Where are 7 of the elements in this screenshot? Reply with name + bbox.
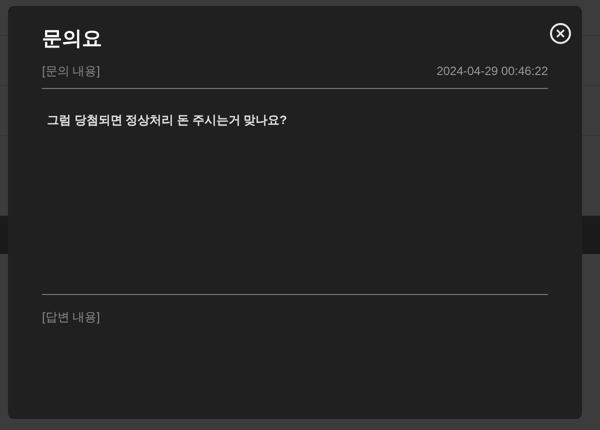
question-label: [문의 내용]: [42, 63, 100, 80]
inquiry-date: 2024-04-29 00:46:22: [436, 63, 548, 80]
question-text: 그럼 당첨되면 정상처리 돈 주시는거 맞나요?: [47, 112, 288, 129]
answer-label: [답변 내용]: [42, 310, 100, 324]
close-icon: [556, 29, 565, 38]
close-button[interactable]: [550, 23, 571, 44]
modal-title: 문의요: [42, 27, 103, 52]
